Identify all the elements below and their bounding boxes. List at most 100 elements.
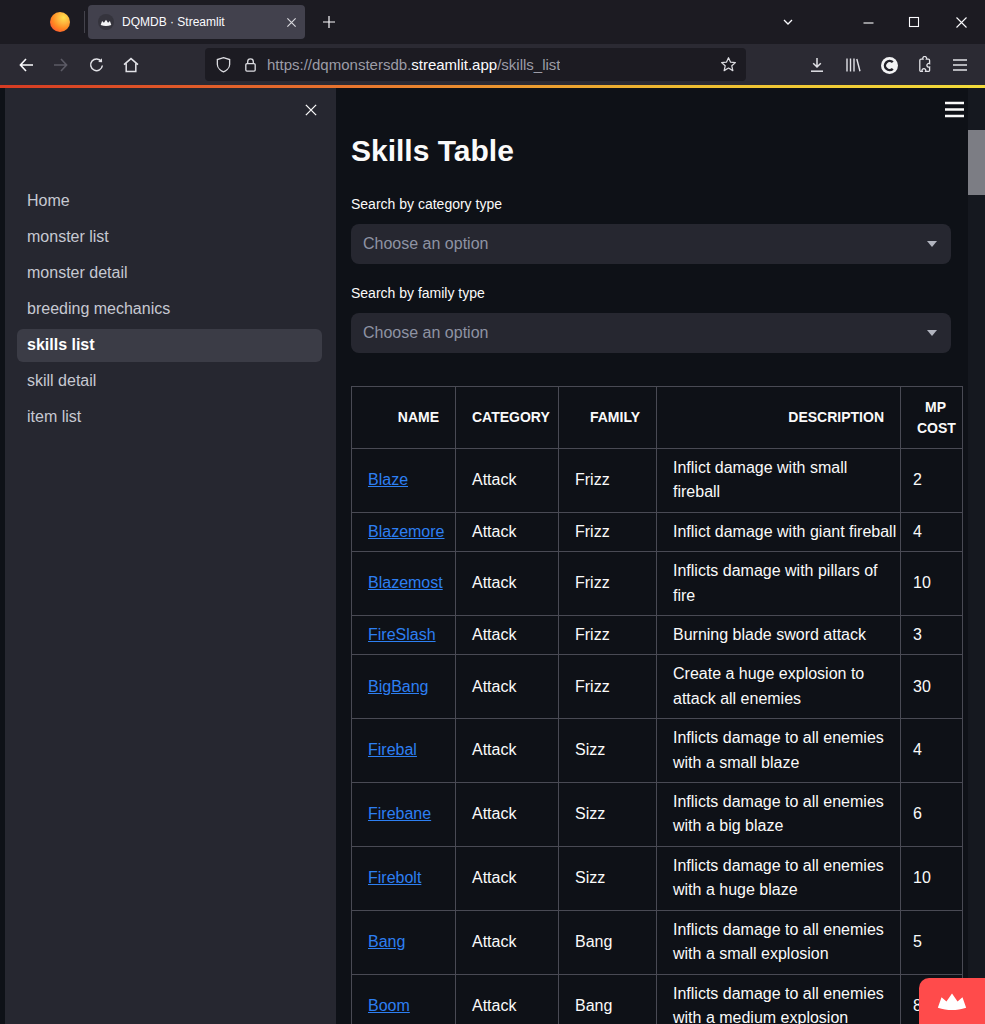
cell-desc: Inflicts damage to all enemies with a me…: [657, 974, 901, 1024]
column-header-mp-cost: MP COST: [901, 387, 963, 449]
cell-category: Attack: [456, 783, 559, 847]
forward-button[interactable]: [48, 52, 74, 78]
skill-link[interactable]: Firebal: [368, 741, 417, 758]
table-row: Boom AttackBangInflicts damage to all ene…: [352, 974, 963, 1024]
lock-icon[interactable]: [243, 57, 258, 73]
extensions-puzzle-icon[interactable]: [911, 52, 937, 78]
cell-desc: Burning blade sword attack: [657, 616, 901, 655]
sidebar-item-monster-list[interactable]: monster list: [17, 221, 322, 254]
tab-close-icon[interactable]: [286, 17, 297, 28]
browser-titlebar: DQMDB · Streamlit: [0, 0, 985, 44]
cell-desc: Inflicts damage to all enemies with a hu…: [657, 846, 901, 910]
cell-mp-cost: 5: [901, 910, 963, 974]
sidebar-close-icon[interactable]: [302, 101, 320, 119]
cell-mp-cost: 3: [901, 616, 963, 655]
cell-desc: Inflicts damage with pillars of fire: [657, 552, 901, 616]
cell-category: Attack: [456, 655, 559, 719]
skill-link[interactable]: Firebane: [368, 805, 431, 822]
sidebar-item-breeding-mechanics[interactable]: breeding mechanics: [17, 293, 322, 326]
table-row: FireSlashAttackFrizzBurning blade sword …: [352, 616, 963, 655]
cell-mp-cost: 10: [901, 552, 963, 616]
scrollbar-track[interactable]: [968, 88, 985, 1024]
cell-family: Frizz: [559, 512, 657, 551]
cell-mp-cost: 6: [901, 783, 963, 847]
browser-toolbar: https://dqmonstersdb.streamlit.app/skill…: [0, 44, 985, 85]
bookmark-star-icon[interactable]: [720, 56, 737, 73]
sidebar-item-monster-detail[interactable]: monster detail: [17, 257, 322, 290]
skills-table: NAMECATEGORYFAMILYDESCRIPTIONMP COST Bla…: [351, 386, 963, 1024]
skill-link[interactable]: FireSlash: [368, 626, 436, 643]
extension-c-icon[interactable]: [876, 52, 902, 78]
cell-category: Attack: [456, 449, 559, 513]
cell-desc: Create a huge explosion to attack all en…: [657, 655, 901, 719]
reload-button[interactable]: [83, 52, 109, 78]
sidebar-item-skills-list[interactable]: skills list: [17, 329, 322, 362]
skill-link[interactable]: Firebolt: [368, 869, 421, 886]
new-tab-button[interactable]: [318, 11, 340, 33]
sidebar-item-skill-detail[interactable]: skill detail: [17, 365, 322, 398]
family-select[interactable]: Choose an option: [351, 313, 951, 353]
cell-family: Frizz: [559, 552, 657, 616]
skill-link[interactable]: Blazemost: [368, 574, 443, 591]
sidebar-item-Home[interactable]: Home: [17, 185, 322, 218]
skills-table-wrap: NAMECATEGORYFAMILYDESCRIPTIONMP COST Bla…: [351, 386, 963, 1024]
cell-name: BigBang: [352, 655, 456, 719]
cell-family: Bang: [559, 974, 657, 1024]
select-caret-icon: [927, 330, 937, 336]
window-minimize-button[interactable]: [857, 11, 879, 33]
skill-link[interactable]: Bang: [368, 933, 405, 950]
cell-name: Blaze: [352, 449, 456, 513]
window-close-button[interactable]: [950, 11, 972, 33]
cell-category: Attack: [456, 974, 559, 1024]
back-button[interactable]: [13, 52, 39, 78]
table-row: BangAttackBangInflicts damage to all ene…: [352, 910, 963, 974]
home-button[interactable]: [118, 52, 144, 78]
select-caret-icon: [927, 241, 937, 247]
streamlit-favicon-icon: [98, 14, 114, 30]
tab-divider: [84, 11, 85, 33]
table-row: BlazemoreAttackFrizzInflict damage with …: [352, 512, 963, 551]
cell-name: Bang: [352, 910, 456, 974]
skill-link[interactable]: BigBang: [368, 678, 429, 695]
skill-link[interactable]: Blaze: [368, 471, 408, 488]
cell-category: Attack: [456, 846, 559, 910]
column-header-description: DESCRIPTION: [657, 387, 901, 449]
column-header-category: CATEGORY: [456, 387, 559, 449]
main-content: Skills Table Search by category type Cho…: [336, 88, 968, 1024]
app-menu-hamburger-icon[interactable]: [944, 101, 966, 119]
column-header-name: NAME: [352, 387, 456, 449]
cell-mp-cost: 30: [901, 655, 963, 719]
cell-name: Boom: [352, 974, 456, 1024]
skill-link[interactable]: Blazemore: [368, 523, 444, 540]
column-header-family: FAMILY: [559, 387, 657, 449]
tab-title: DQMDB · Streamlit: [122, 15, 286, 29]
cell-category: Attack: [456, 552, 559, 616]
cell-family: Bang: [559, 910, 657, 974]
list-tabs-chevron-icon[interactable]: [777, 11, 799, 33]
table-row: Blazemost AttackFrizzInflicts damage with…: [352, 552, 963, 616]
downloads-button[interactable]: [804, 52, 830, 78]
cell-category: Attack: [456, 910, 559, 974]
shield-icon[interactable]: [215, 56, 232, 73]
cell-desc: Inflict damage with giant fireball: [657, 512, 901, 551]
streamlit-badge[interactable]: [919, 978, 985, 1024]
sidebar-item-item-list[interactable]: item list: [17, 401, 322, 434]
firefox-view-icon[interactable]: [50, 12, 70, 32]
menu-hamburger-icon[interactable]: [947, 52, 973, 78]
table-row: BlazeAttackFrizzInflict damage with smal…: [352, 449, 963, 513]
category-select[interactable]: Choose an option: [351, 224, 951, 264]
cell-name: FireSlash: [352, 616, 456, 655]
cell-desc: Inflicts damage to all enemies with a sm…: [657, 719, 901, 783]
skill-link[interactable]: Boom: [368, 997, 410, 1014]
cell-name: Firebolt: [352, 846, 456, 910]
library-button[interactable]: [840, 52, 866, 78]
window-maximize-button[interactable]: [903, 11, 925, 33]
cell-mp-cost: 4: [901, 512, 963, 551]
url-bar[interactable]: https://dqmonstersdb.streamlit.app/skill…: [205, 48, 746, 81]
cell-mp-cost: 4: [901, 719, 963, 783]
cell-category: Attack: [456, 616, 559, 655]
scrollbar-thumb[interactable]: [968, 130, 985, 195]
page-title: Skills Table: [351, 130, 514, 172]
browser-tab[interactable]: DQMDB · Streamlit: [88, 5, 305, 39]
sidebar: Homemonster listmonster detailbreeding m…: [5, 88, 336, 1024]
